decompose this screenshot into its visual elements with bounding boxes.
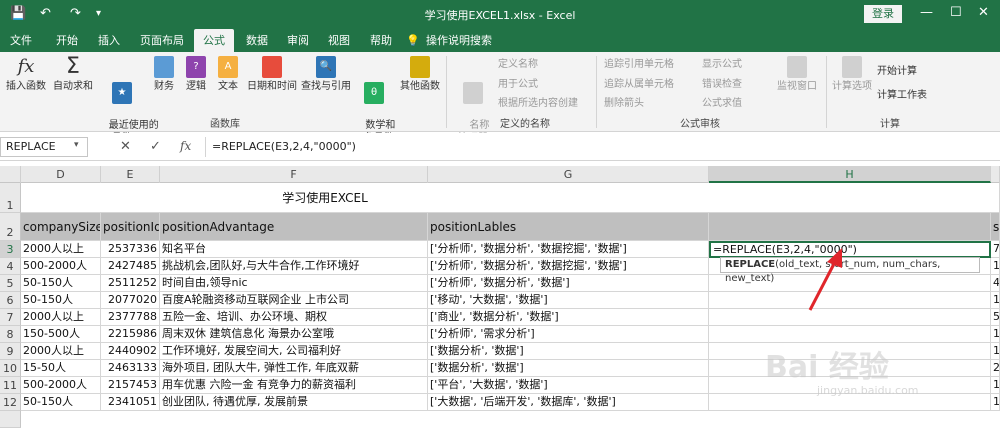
arrow-shaft — [808, 259, 838, 311]
arrow-head — [827, 248, 842, 268]
baidu-watermark-url: jingyan.baidu.com — [817, 384, 919, 397]
baidu-watermark: Bai 经验 — [765, 350, 889, 385]
